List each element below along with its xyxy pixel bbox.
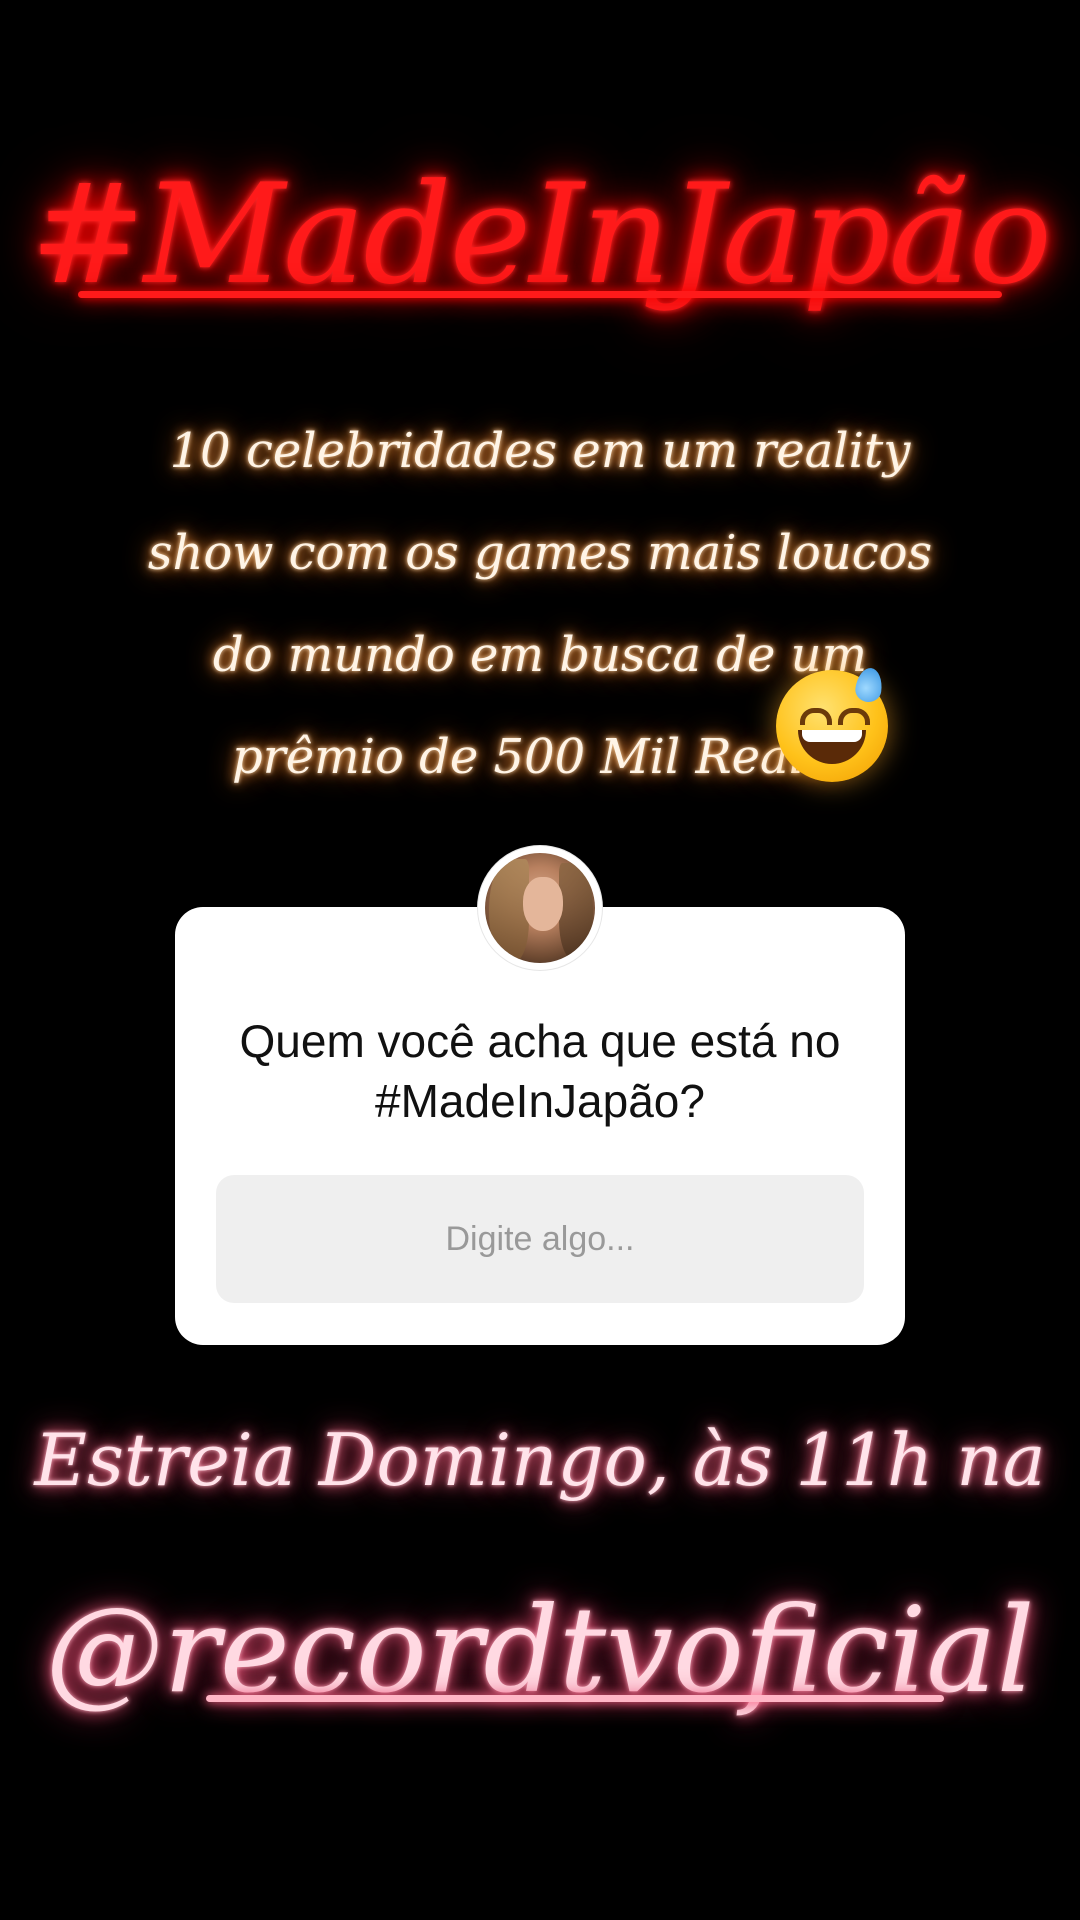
avatar-hair-right <box>559 863 593 959</box>
avatar <box>478 846 602 970</box>
premiere-text: Estreia Domingo, às 11h na <box>34 1418 1046 1502</box>
mention-handle[interactable]: @recordtvoficial <box>0 1575 1080 1725</box>
emoji-right-eye <box>838 708 870 725</box>
grinning-face-with-sweat-icon <box>776 666 888 782</box>
emoji-left-eye <box>800 708 832 725</box>
story-canvas: #MadeInJapão 10 celebridades em um reali… <box>0 0 1080 1920</box>
answer-input-placeholder: Digite algo... <box>445 1219 635 1258</box>
avatar-face <box>523 877 563 931</box>
avatar-photo <box>485 853 595 963</box>
mention-handle-underline <box>206 1695 944 1702</box>
question-text: Quem você acha que está no #MadeInJapão? <box>239 1015 841 1127</box>
hashtag-title-underline <box>78 291 1002 298</box>
emoji-mouth <box>798 730 866 764</box>
answer-input[interactable]: Digite algo... <box>216 1175 864 1303</box>
